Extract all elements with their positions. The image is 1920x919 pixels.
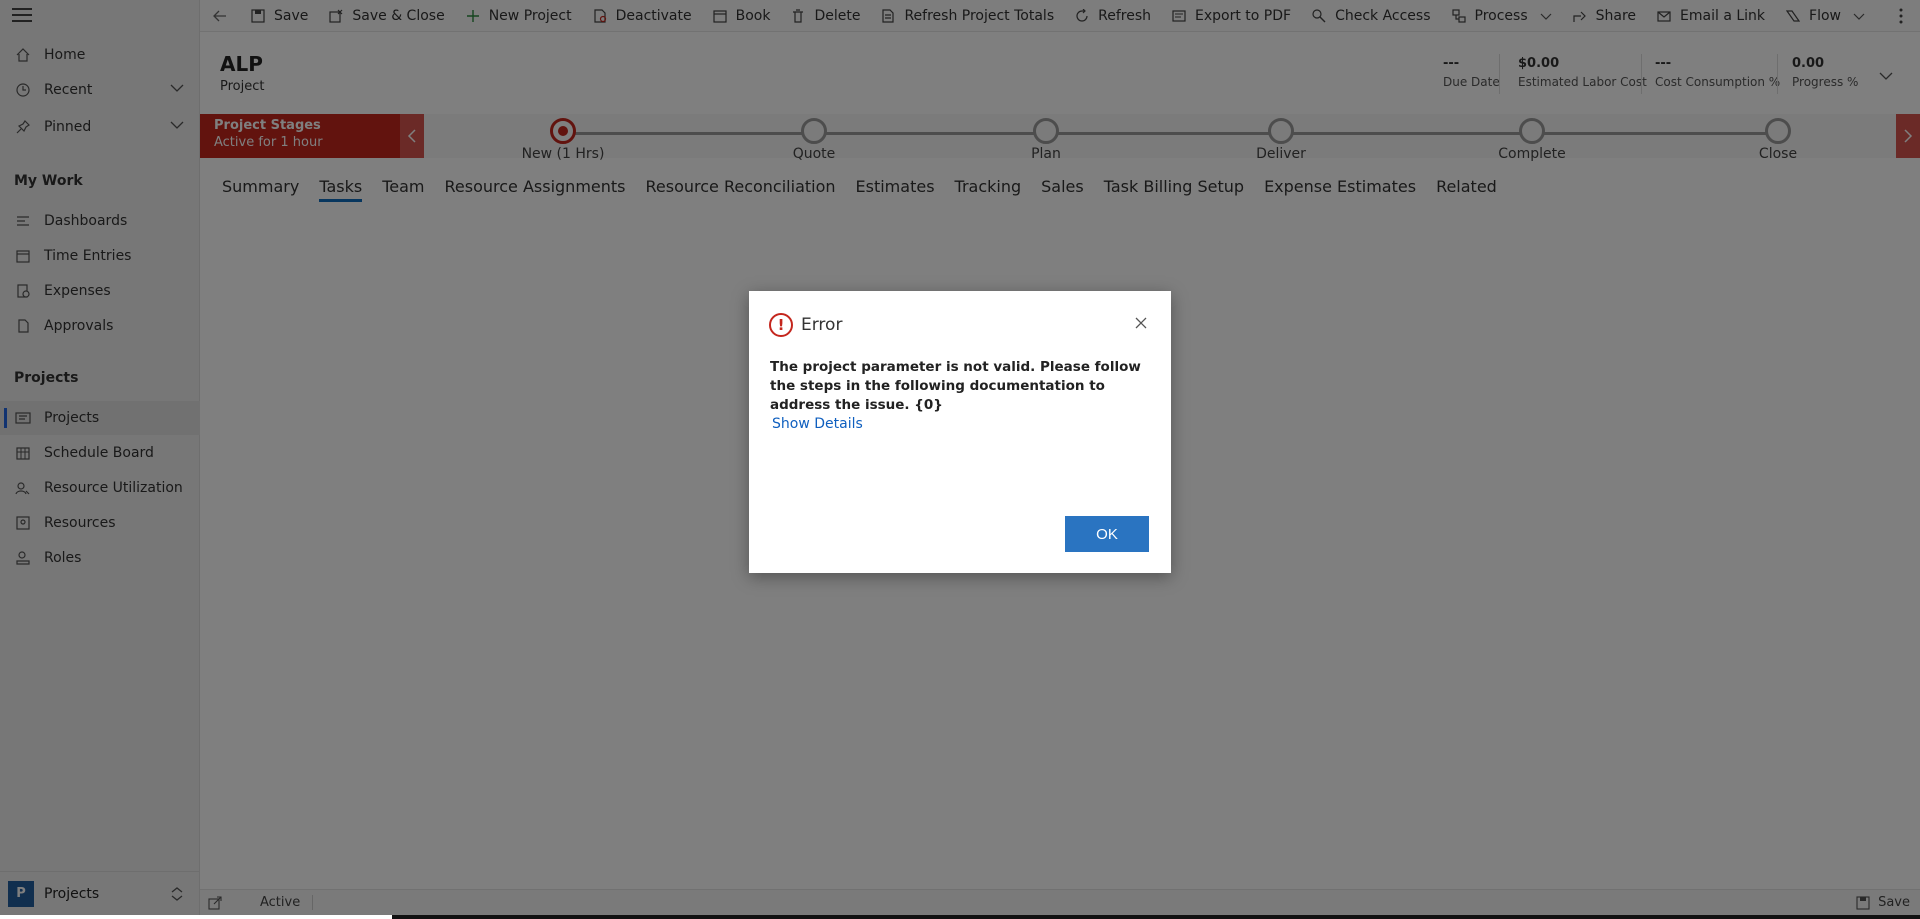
error-icon: ! <box>769 313 793 337</box>
taskbar-strip <box>0 915 1920 919</box>
dialog-message: The project parameter is not valid. Plea… <box>770 359 1141 413</box>
show-details-link[interactable]: Show Details <box>772 416 863 432</box>
ok-button[interactable]: OK <box>1065 516 1149 552</box>
dialog-title: Error <box>801 315 843 335</box>
error-dialog: ! Error The project parameter is not val… <box>749 291 1171 573</box>
taskbar-segment <box>0 915 392 919</box>
modal-overlay: ! Error The project parameter is not val… <box>0 0 1920 915</box>
close-icon[interactable] <box>1131 313 1151 333</box>
